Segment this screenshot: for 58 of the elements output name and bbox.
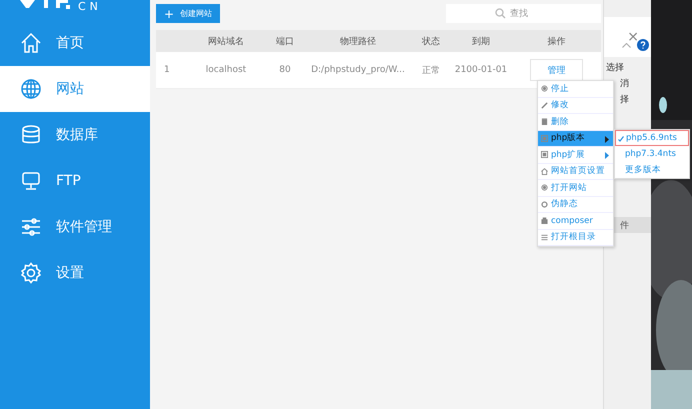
table-cell: 1	[164, 65, 170, 75]
dialog-text: 件	[620, 220, 629, 232]
database-icon	[20, 124, 42, 146]
sidebar-item[interactable]: 数据库	[0, 112, 150, 158]
column-header: 操作	[548, 36, 566, 46]
list-icon	[541, 234, 548, 241]
menu-item[interactable]: 打开网站	[538, 180, 613, 196]
monitor-icon	[20, 170, 42, 192]
trash-icon	[541, 118, 548, 126]
square-icon	[541, 134, 548, 142]
menu-item[interactable]: composer	[538, 213, 613, 230]
dot-icon	[541, 85, 548, 92]
sliders-icon	[20, 216, 42, 238]
dialog-text: 选择	[606, 62, 624, 75]
menu-item[interactable]: 打开根目录	[538, 230, 613, 246]
square-icon	[541, 151, 548, 158]
menu-item[interactable]: 停止	[538, 81, 613, 98]
search-icon	[495, 8, 506, 19]
close-button[interactable]: ×	[627, 29, 639, 45]
table-cell: localhost	[206, 65, 246, 75]
home-icon	[20, 32, 42, 54]
menu-item[interactable]: php扩展	[538, 147, 613, 164]
menu-item[interactable]: 修改	[538, 98, 613, 114]
menu-item[interactable]: php5.6.9nts	[615, 130, 689, 146]
home-icon	[541, 168, 548, 175]
menu-item[interactable]: 网站首页设置	[538, 164, 613, 180]
checkmark-icon	[618, 136, 624, 142]
column-header: 物理路径	[340, 36, 376, 46]
sidebar-item[interactable]: 设置	[0, 250, 150, 296]
globe-icon	[20, 78, 42, 100]
help-icon[interactable]	[637, 39, 649, 51]
menu-item[interactable]: 更多版本	[615, 162, 689, 178]
column-header: 网站域名	[208, 36, 244, 46]
column-header: 到期	[472, 36, 490, 46]
table-cell: 80	[279, 65, 291, 75]
menu-item[interactable]: php7.3.4nts	[615, 146, 689, 162]
create-website-button[interactable]: + 创建网站	[156, 4, 220, 23]
manage-button[interactable]: 管理	[530, 59, 583, 81]
logo-text: CN	[78, 0, 102, 13]
sidebar-item[interactable]: 网站	[0, 66, 150, 112]
ring-icon	[541, 200, 548, 208]
dialog-text: 消	[620, 78, 629, 91]
menu-item[interactable]: php版本	[538, 130, 613, 147]
sidebar-item[interactable]: 软件管理	[0, 204, 150, 250]
column-header: 状态	[422, 36, 440, 46]
table-cell: 正常	[422, 66, 440, 76]
table-cell: 2100-01-01	[454, 65, 508, 75]
menu-item[interactable]: 伪静态	[538, 196, 613, 213]
search-field[interactable]: 查找	[446, 4, 601, 23]
settings-icon	[20, 262, 42, 284]
sidebar-item[interactable]: 首页	[0, 20, 150, 66]
bag-icon	[541, 217, 548, 224]
dialog-text: 择	[620, 94, 629, 107]
table-cell: D:/phpstudy_pro/W...	[311, 65, 405, 75]
dot-icon	[541, 184, 548, 192]
pencil-icon	[541, 102, 548, 109]
column-header: 端口	[276, 36, 294, 46]
sidebar-item[interactable]: FTP	[0, 158, 150, 204]
